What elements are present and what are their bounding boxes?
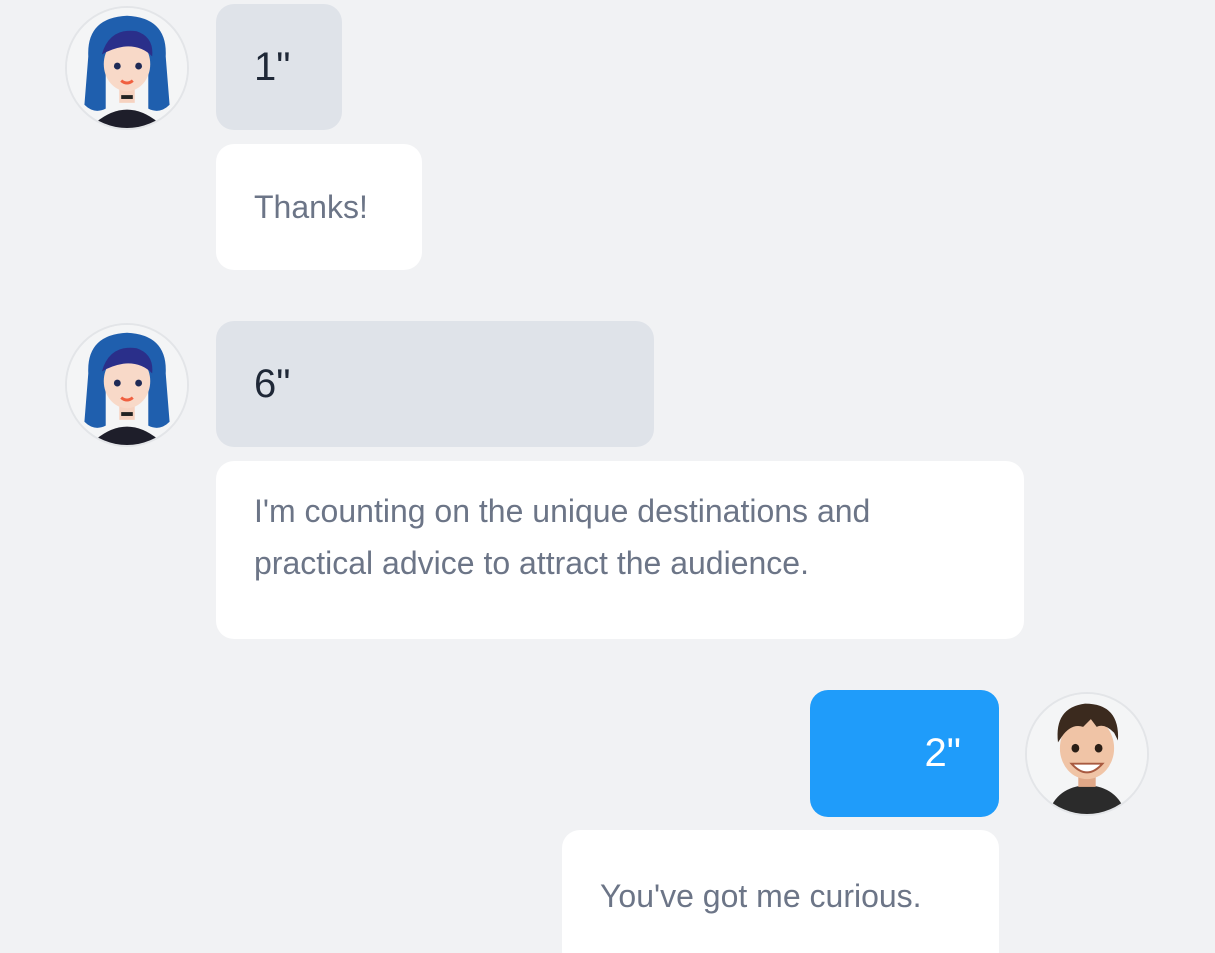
text-message-bubble: Thanks! <box>216 144 422 270</box>
message-text: Thanks! <box>254 189 368 225</box>
male-avatar-icon[interactable] <box>1025 692 1149 816</box>
voice-duration-label: 2" <box>924 731 961 775</box>
female-avatar-icon[interactable] <box>65 323 189 447</box>
message-text: You've got me curious. <box>600 878 922 914</box>
voice-duration-label: 1" <box>254 44 291 89</box>
text-message-bubble-outgoing: You've got me curious. <box>562 830 999 953</box>
text-message-bubble: I'm counting on the unique destinations … <box>216 461 1024 639</box>
voice-duration-label: 6" <box>254 361 291 406</box>
voice-message-bubble-outgoing[interactable]: 2" <box>810 690 999 817</box>
voice-message-bubble[interactable]: 1" <box>216 4 342 130</box>
voice-message-bubble[interactable]: 6" <box>216 321 654 447</box>
chat-conversation: 1" Thanks! 6" I'm counting on the unique… <box>0 0 1215 953</box>
message-text: I'm counting on the unique destinations … <box>254 493 871 581</box>
female-avatar-icon[interactable] <box>65 6 189 130</box>
